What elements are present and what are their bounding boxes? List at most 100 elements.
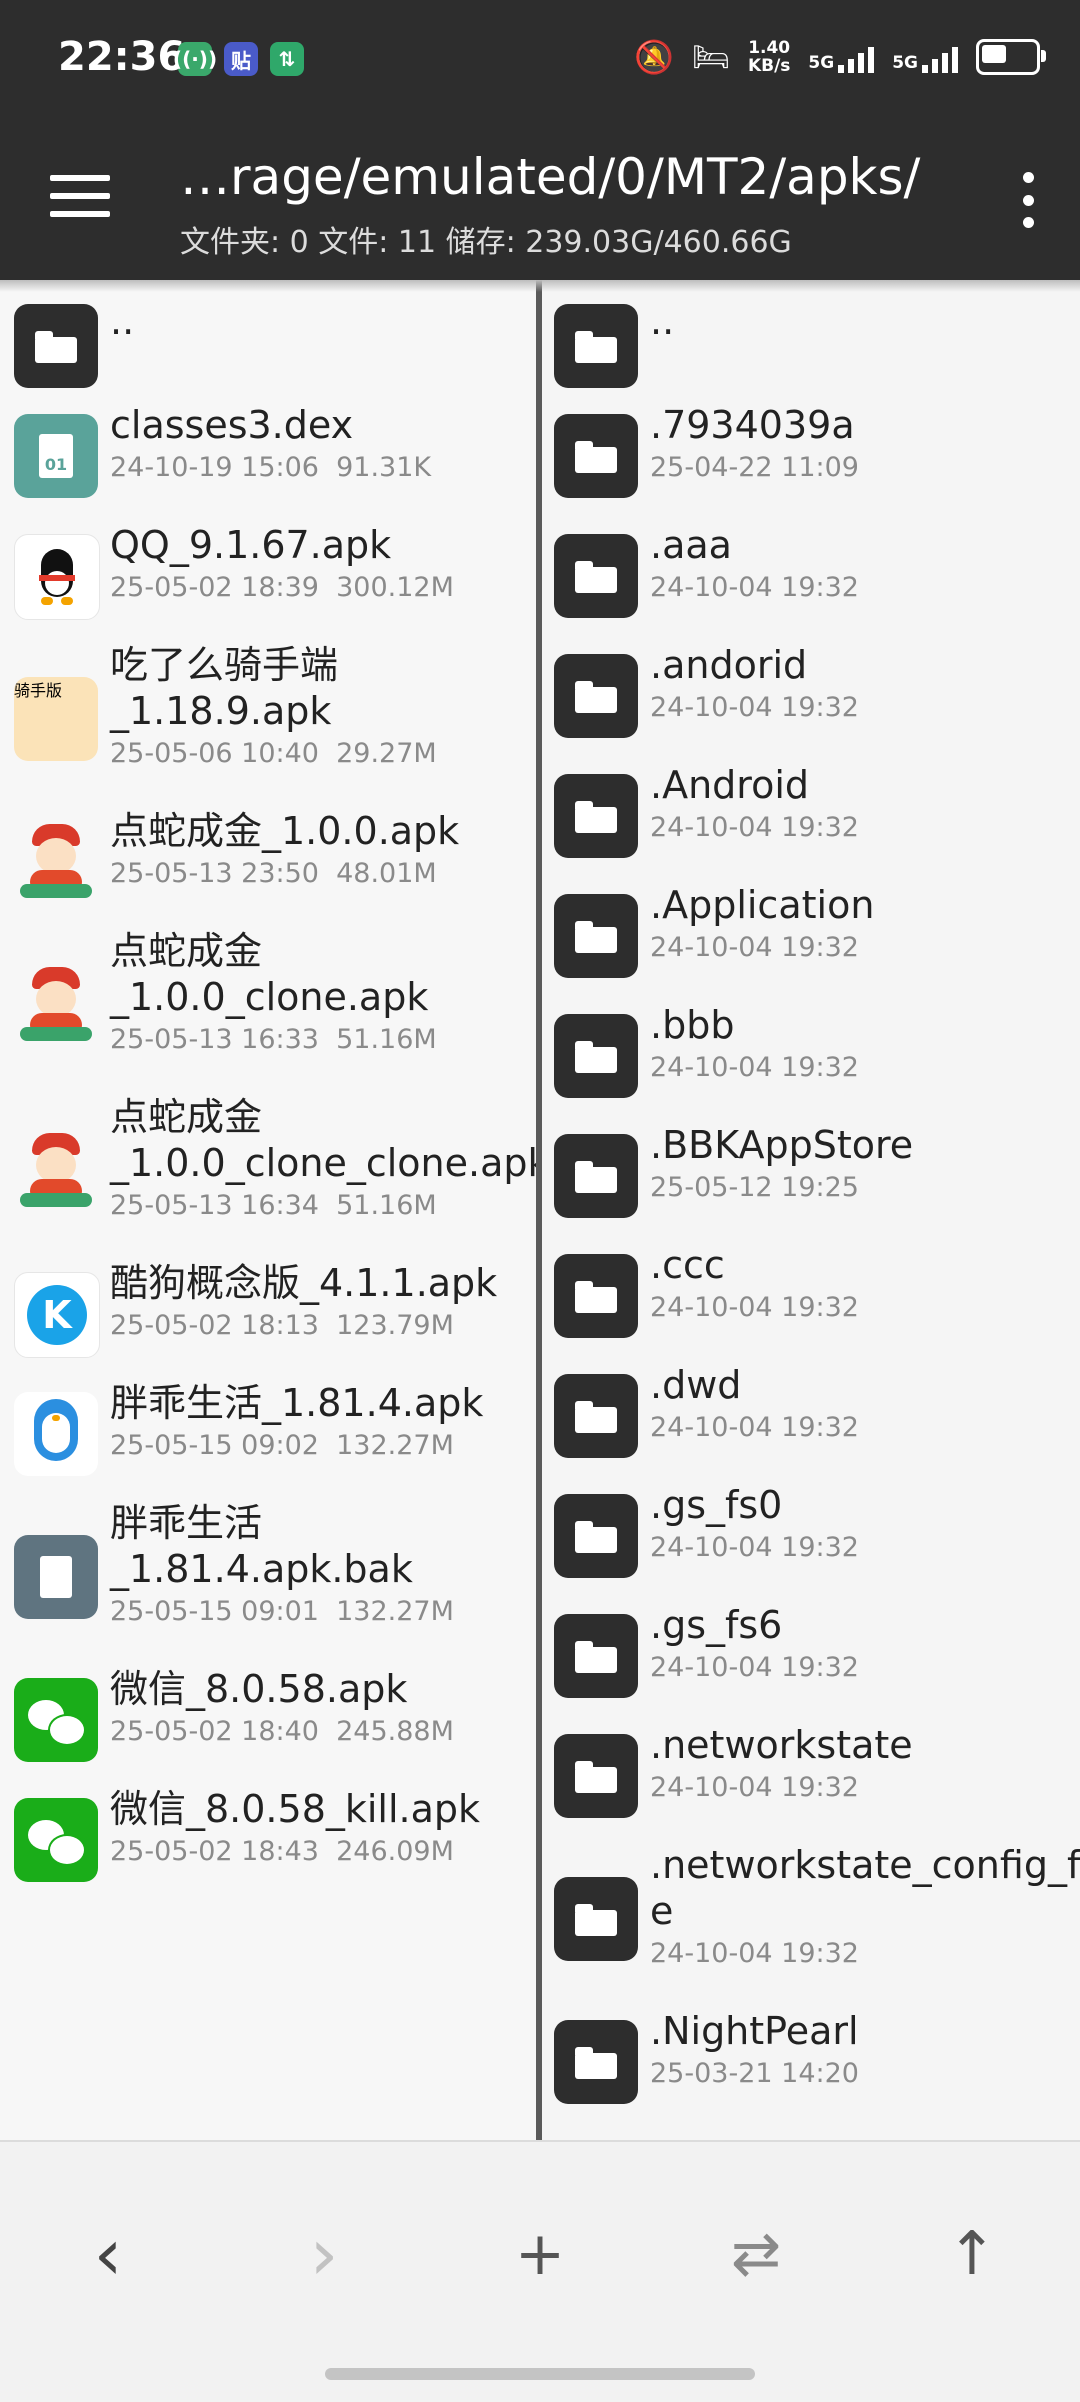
item-name: .ccc — [650, 1243, 725, 1287]
item-name: .Application — [650, 883, 875, 927]
file-list-item[interactable]: 胖乖生活_1.81.4.apk 25-05-15 09:02 132.27M — [0, 1378, 536, 1498]
folder-list-item[interactable]: .. — [542, 294, 1080, 400]
bed-icon: 🛏 — [691, 39, 730, 75]
item-meta: 25-05-02 18:40 245.88M — [110, 1716, 454, 1747]
file-icon — [14, 1535, 98, 1619]
item-name: .gs_fs6 — [650, 1603, 783, 1647]
folder-list-item[interactable]: .gs_fs6 24-10-04 19:32 — [542, 1600, 1080, 1720]
toolbar-shadow — [0, 280, 1080, 292]
item-meta: 25-05-02 18:43 246.09M — [110, 1836, 454, 1867]
home-indicator[interactable] — [325, 2368, 755, 2380]
folder-icon — [554, 1734, 638, 1818]
file-list-item[interactable]: 点蛇成金 _1.0.0_clone.apk 25-05-13 16:33 51.1… — [0, 926, 536, 1092]
back-button[interactable]: ‹ — [68, 2212, 148, 2296]
snake-app-icon — [14, 820, 98, 904]
item-meta: 24-10-04 19:32 — [650, 692, 859, 723]
folder-icon — [14, 304, 98, 388]
folder-list-item[interactable]: .Android 24-10-04 19:32 — [542, 760, 1080, 880]
folder-list-item[interactable]: .NightPearl 25-03-21 14:20 — [542, 2006, 1080, 2126]
item-name: .BBKAppStore — [650, 1123, 914, 1167]
folder-list-item[interactable]: .bbb 24-10-04 19:32 — [542, 1000, 1080, 1120]
folder-icon — [554, 1614, 638, 1698]
item-meta: 24-10-04 19:32 — [650, 1292, 859, 1323]
file-list-item[interactable]: 骑手版 吃了么骑手端 _1.18.9.apk 25-05-06 10:40 29.2… — [0, 640, 536, 806]
kugou-icon: K — [14, 1272, 100, 1358]
folder-icon — [554, 1014, 638, 1098]
battery-icon — [976, 39, 1046, 75]
item-name: .. — [650, 299, 675, 343]
wechat-icon — [14, 1678, 98, 1762]
file-list-item[interactable]: 微信_8.0.58.apk 25-05-02 18:40 245.88M — [0, 1664, 536, 1784]
folder-list-item[interactable]: .7934039a 25-04-22 11:09 — [542, 400, 1080, 520]
file-list-item[interactable]: 胖乖生活 _1.81.4.apk.bak 25-05-15 09:01 132.2… — [0, 1498, 536, 1664]
item-meta: 24-10-04 19:32 — [650, 1532, 859, 1563]
folder-list-item[interactable]: .andorid 24-10-04 19:32 — [542, 640, 1080, 760]
parent-dir-button[interactable]: ↑ — [932, 2214, 1012, 2294]
item-name: 胖乖生活_1.81.4.apk — [110, 1381, 484, 1425]
folder-list-item[interactable]: .gs_fs0 24-10-04 19:32 — [542, 1480, 1080, 1600]
folder-list-item[interactable]: .networkstate 24-10-04 19:32 — [542, 1720, 1080, 1840]
dex-file-icon: 01 — [14, 414, 98, 498]
snake-app-icon — [14, 1129, 98, 1213]
signal-icon — [922, 41, 958, 73]
folder-icon — [554, 654, 638, 738]
folder-icon — [554, 2020, 638, 2104]
file-list-item[interactable]: .. — [0, 294, 536, 400]
add-button[interactable]: + — [500, 2214, 580, 2294]
item-meta: 24-10-19 15:06 91.31K — [110, 452, 432, 483]
status-time: 22:36 — [58, 34, 186, 80]
item-meta: 25-05-13 23:50 48.01M — [110, 858, 437, 889]
folder-icon — [554, 894, 638, 978]
folder-list-item[interactable]: .Application 24-10-04 19:32 — [542, 880, 1080, 1000]
bottom-toolbar: ‹ › + ⇄ ↑ — [0, 2140, 1080, 2402]
item-name: .bbb — [650, 1003, 735, 1047]
item-name: 吃了么骑手端 _1.18.9.apk — [110, 643, 339, 733]
app-toolbar: …rage/emulated/0/MT2/apks/ 文件夹: 0 文件: 11… — [0, 120, 1080, 280]
folder-icon — [554, 1374, 638, 1458]
item-name: .networkstate_config_fil e — [650, 1843, 1080, 1933]
item-name: .NightPearl — [650, 2009, 859, 2053]
folder-icon — [554, 1877, 638, 1961]
item-meta: 24-10-04 19:32 — [650, 812, 859, 843]
item-name: .networkstate — [650, 1723, 913, 1767]
menu-icon[interactable] — [50, 175, 110, 219]
signal-icon — [838, 41, 875, 73]
item-meta: 24-10-04 19:32 — [650, 1052, 859, 1083]
folder-list-item[interactable]: .networkstate_config_fil e 24-10-04 19:32 — [542, 1840, 1080, 2006]
signal-1: 5G — [808, 41, 875, 73]
item-name: .Android — [650, 763, 809, 807]
item-meta: 25-05-02 18:13 123.79M — [110, 1310, 454, 1341]
file-list-item[interactable]: 微信_8.0.58_kill.apk 25-05-02 18:43 246.09M — [0, 1784, 536, 1904]
folder-list-item[interactable]: .aaa 24-10-04 19:32 — [542, 520, 1080, 640]
file-list-item[interactable]: 点蛇成金 _1.0.0_clone_clone.apk 25-05-13 16:3… — [0, 1092, 536, 1258]
rider-badge-text: 骑手版 — [14, 681, 63, 700]
item-meta: 25-05-13 16:33 51.16M — [110, 1024, 437, 1055]
item-meta: 25-05-02 18:39 300.12M — [110, 572, 454, 603]
file-list-item[interactable]: 01 classes3.dex 24-10-19 15:06 91.31K — [0, 400, 536, 520]
hotspot-icon: ((·)) — [173, 42, 217, 76]
swap-panes-button[interactable]: ⇄ — [716, 2214, 796, 2294]
item-meta: 25-05-13 16:34 51.16M — [110, 1190, 437, 1221]
path-summary: 文件夹: 0 文件: 11 储存: 239.03G/460.66G — [180, 225, 792, 260]
item-meta: 25-04-22 11:09 — [650, 452, 859, 483]
current-path[interactable]: …rage/emulated/0/MT2/apks/ — [180, 148, 920, 206]
left-file-pane[interactable]: .. 01 classes3.dex 24-10-19 15:06 91.31K QQ_… — [0, 280, 536, 2140]
status-bar: 22:36 ((·)) 贴 ⇅ 🔕 🛏 1.40 KB/s 5G 5G — [0, 0, 1080, 120]
item-meta: 24-10-04 19:32 — [650, 1938, 859, 1969]
data-icon: ⇅ — [270, 42, 304, 76]
folder-list-item[interactable]: .dwd 24-10-04 19:32 — [542, 1360, 1080, 1480]
tie-icon: 贴 — [224, 42, 258, 76]
folder-list-item[interactable]: .BBKAppStore 25-05-12 19:25 — [542, 1120, 1080, 1240]
item-name: .aaa — [650, 523, 732, 567]
right-file-pane[interactable]: .. .7934039a 25-04-22 11:09 .aaa 24-10-04 19… — [542, 280, 1080, 2140]
file-list-item[interactable]: QQ_9.1.67.apk 25-05-02 18:39 300.12M — [0, 520, 536, 640]
forward-button[interactable]: › — [284, 2212, 364, 2296]
file-list-item[interactable]: 点蛇成金_1.0.0.apk 25-05-13 23:50 48.01M — [0, 806, 536, 926]
more-options-icon[interactable] — [1018, 172, 1038, 228]
item-name: 点蛇成金 _1.0.0_clone_clone.apk — [110, 1095, 536, 1185]
item-meta: 24-10-04 19:32 — [650, 1652, 859, 1683]
folder-list-item[interactable]: .ccc 24-10-04 19:32 — [542, 1240, 1080, 1360]
file-list-item[interactable]: K 酷狗概念版_4.1.1.apk 25-05-02 18:13 123.79M — [0, 1258, 536, 1378]
signal-2: 5G — [892, 41, 958, 73]
item-name: .andorid — [650, 643, 808, 687]
